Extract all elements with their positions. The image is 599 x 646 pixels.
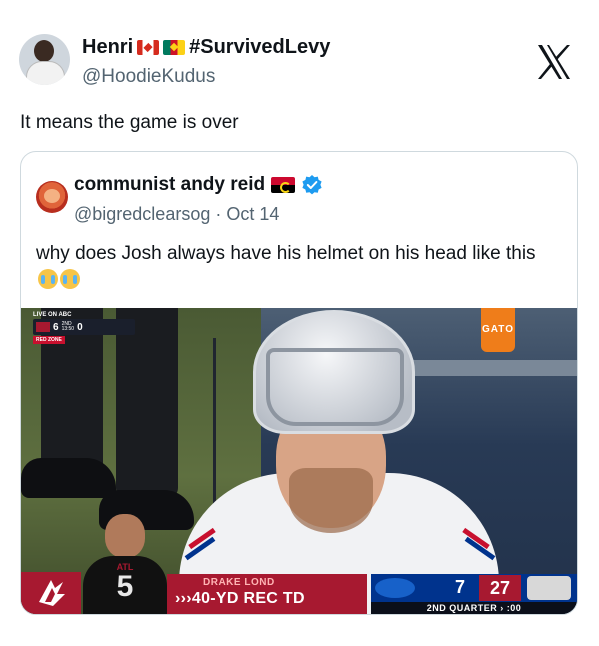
author-handle[interactable]: @HoodieKudus (82, 66, 215, 88)
quoted-text: why does Josh always have his helmet on … (36, 243, 536, 264)
background-shoe (21, 458, 116, 498)
falcons-scoreboard-logo-icon (527, 576, 571, 600)
quoted-media-image[interactable]: GATO LIVE ON ABC 6 2ND13:50 0 RED ZONE (21, 308, 577, 614)
bug-down: 2ND 13:50 (61, 321, 75, 332)
broadcast-bug-score: 6 2ND 13:50 0 (33, 319, 135, 335)
red-zone-badge: RED ZONE (33, 336, 65, 344)
broadcast-lower-third: ATL 5 DRAKE LOND ›››40-YD REC TD 7 27 2N… (21, 514, 577, 614)
canada-flag-icon (137, 40, 160, 55)
player-beard (289, 468, 373, 533)
broadcast-bug-label: LIVE ON ABC (33, 312, 72, 318)
meta-separator: · (215, 204, 222, 224)
verified-badge-icon (302, 175, 322, 195)
quoted-meta: @bigredclearsog · Oct 14 (74, 204, 279, 225)
tweet-text: It means the game is over (20, 112, 239, 133)
cameroon-flag-icon (163, 40, 186, 55)
bug-zero: 0 (77, 321, 83, 333)
gatorade-bottle: GATO (481, 308, 515, 352)
player-name-label: DRAKE LOND (203, 577, 275, 588)
falcons-logo-panel (21, 572, 81, 614)
author-name[interactable]: Henri (82, 36, 133, 59)
game-clock: 2ND QUARTER › :00 (371, 602, 577, 614)
quoted-author-name[interactable]: communist andy reid (74, 174, 265, 196)
avatar-head (34, 40, 54, 62)
author-name-row[interactable]: Henri #SurvivedLevy (82, 36, 330, 59)
quoted-text-block: why does Josh always have his helmet on … (36, 240, 556, 294)
quoted-date[interactable]: Oct 14 (226, 204, 279, 224)
avatar-body (26, 61, 65, 85)
play-banner: DRAKE LOND ›››40-YD REC TD (167, 574, 367, 614)
player-number: 5 (116, 570, 134, 603)
quoted-tweet-card[interactable]: communist andy reid @bigredclearsog · Oc… (20, 151, 578, 615)
home-score: 7 (455, 577, 466, 597)
player-jersey-graphic: ATL 5 (83, 556, 167, 614)
background-person-leg (116, 308, 178, 498)
crying-emoji-icon (60, 269, 80, 289)
play-description: ›››40-YD REC TD (175, 590, 305, 607)
angola-flag-icon (271, 177, 296, 193)
quoted-author-name-row[interactable]: communist andy reid (74, 174, 323, 196)
helmet-facemask (266, 348, 404, 426)
x-logo-icon[interactable] (534, 42, 574, 82)
bug-team-icon (36, 322, 50, 332)
scoreboard: 7 27 (371, 574, 577, 602)
author-name-suffix: #SurvivedLevy (189, 36, 331, 58)
away-score: 27 (479, 575, 521, 601)
bug-score-value: 6 (53, 321, 59, 333)
quoted-handle[interactable]: @bigredclearsog (74, 204, 210, 224)
quoted-author-avatar[interactable] (36, 181, 68, 213)
author-avatar[interactable] (19, 34, 70, 85)
bills-logo-icon (375, 578, 415, 598)
lower-third-player: ATL 5 (83, 514, 167, 614)
crying-emoji-icon (38, 269, 58, 289)
falcons-logo-icon (39, 580, 65, 606)
player-headshot (105, 514, 145, 558)
